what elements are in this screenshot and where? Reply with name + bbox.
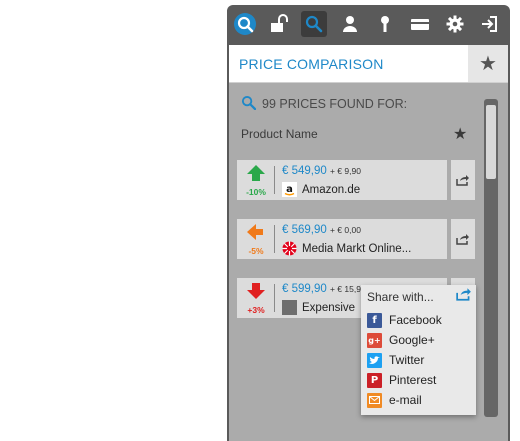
- divider: [274, 166, 275, 194]
- amazon-logo-icon: a: [282, 182, 297, 197]
- shop-logo-icon: [282, 300, 297, 315]
- shop-name: Expensive: [302, 301, 356, 314]
- share-google-plus[interactable]: g+ Google+: [367, 331, 435, 349]
- user-icon[interactable]: [337, 11, 363, 37]
- search-icon[interactable]: [301, 11, 327, 37]
- percent-change: -10%: [246, 187, 266, 197]
- shipping-cost: + € 9,90: [329, 166, 361, 176]
- logo-icon[interactable]: [232, 11, 258, 37]
- facebook-icon: f: [367, 312, 382, 328]
- favorite-star-button[interactable]: ★: [468, 45, 508, 82]
- page-title: PRICE COMPARISON: [239, 56, 384, 72]
- shop-name: Media Markt Online...: [302, 242, 412, 255]
- share-label: e-mail: [389, 393, 422, 407]
- key-icon[interactable]: [372, 11, 398, 37]
- scrollbar-thumb[interactable]: [486, 105, 496, 179]
- share-label: Twitter: [389, 353, 425, 367]
- share-label: Facebook: [389, 313, 442, 327]
- share-button[interactable]: [451, 219, 475, 259]
- percent-change: -5%: [248, 246, 264, 256]
- gear-icon[interactable]: [442, 11, 468, 37]
- price: € 569,90: [282, 224, 327, 236]
- trend-indicator: -10%: [242, 165, 270, 197]
- share-label: Google+: [389, 333, 435, 347]
- price: € 599,90: [282, 283, 327, 295]
- trend-indicator: -5%: [242, 224, 270, 256]
- shop-name: Amazon.de: [302, 183, 361, 196]
- header-bar: PRICE COMPARISON ★: [229, 45, 508, 83]
- offer-row[interactable]: -5% € 569,90 + € 0,00 Media Markt Online…: [237, 219, 447, 259]
- arrow-up-icon: [247, 165, 265, 181]
- share-button[interactable]: [451, 160, 475, 200]
- share-popup-title: Share with...: [367, 290, 434, 304]
- price-line: € 569,90 + € 0,00: [282, 224, 361, 236]
- shop-line: Media Markt Online...: [282, 241, 411, 256]
- share-twitter[interactable]: Twitter: [367, 351, 424, 369]
- share-label: Pinterest: [389, 373, 437, 387]
- price-line: € 549,90 + € 9,90: [282, 165, 361, 177]
- login-icon[interactable]: [476, 11, 502, 37]
- shop-line: Expensive: [282, 300, 355, 315]
- prices-found-text: 99 PRICES FOUND FOR:: [262, 97, 408, 111]
- share-icon: [456, 175, 469, 186]
- product-name: Product Name: [241, 127, 318, 141]
- svg-text:a: a: [286, 184, 293, 195]
- trend-indicator: +3%: [242, 283, 270, 315]
- prices-found: 99 PRICES FOUND FOR:: [241, 95, 407, 113]
- shipping-cost: + € 0,00: [329, 225, 361, 235]
- share-popup: Share with... f Facebook g+ Google+ Twit…: [361, 285, 476, 415]
- product-star-button[interactable]: ★: [453, 124, 467, 144]
- email-icon: [367, 392, 382, 408]
- pinterest-icon: P: [367, 372, 382, 388]
- twitter-icon: [367, 352, 382, 368]
- divider: [274, 225, 275, 253]
- search-icon: [241, 95, 257, 113]
- share-facebook[interactable]: f Facebook: [367, 311, 442, 329]
- shop-line: a Amazon.de: [282, 182, 360, 197]
- share-icon[interactable]: [456, 287, 472, 306]
- share-icon: [456, 234, 469, 245]
- offer-row[interactable]: -10% € 549,90 + € 9,90 a Amazon.de: [237, 160, 447, 200]
- card-icon[interactable]: [407, 11, 433, 37]
- media-markt-logo-icon: [282, 241, 297, 256]
- price: € 549,90: [282, 165, 327, 177]
- arrow-left-icon: [247, 224, 263, 240]
- toolbar: [227, 5, 510, 45]
- share-email[interactable]: e-mail: [367, 391, 422, 409]
- divider: [274, 284, 275, 312]
- percent-change: +3%: [247, 305, 265, 315]
- google-plus-icon: g+: [367, 332, 382, 348]
- price-line: € 599,90 + € 15,90: [282, 283, 366, 295]
- unlock-icon[interactable]: [265, 11, 291, 37]
- share-pinterest[interactable]: P Pinterest: [367, 371, 436, 389]
- arrow-down-icon: [247, 283, 265, 299]
